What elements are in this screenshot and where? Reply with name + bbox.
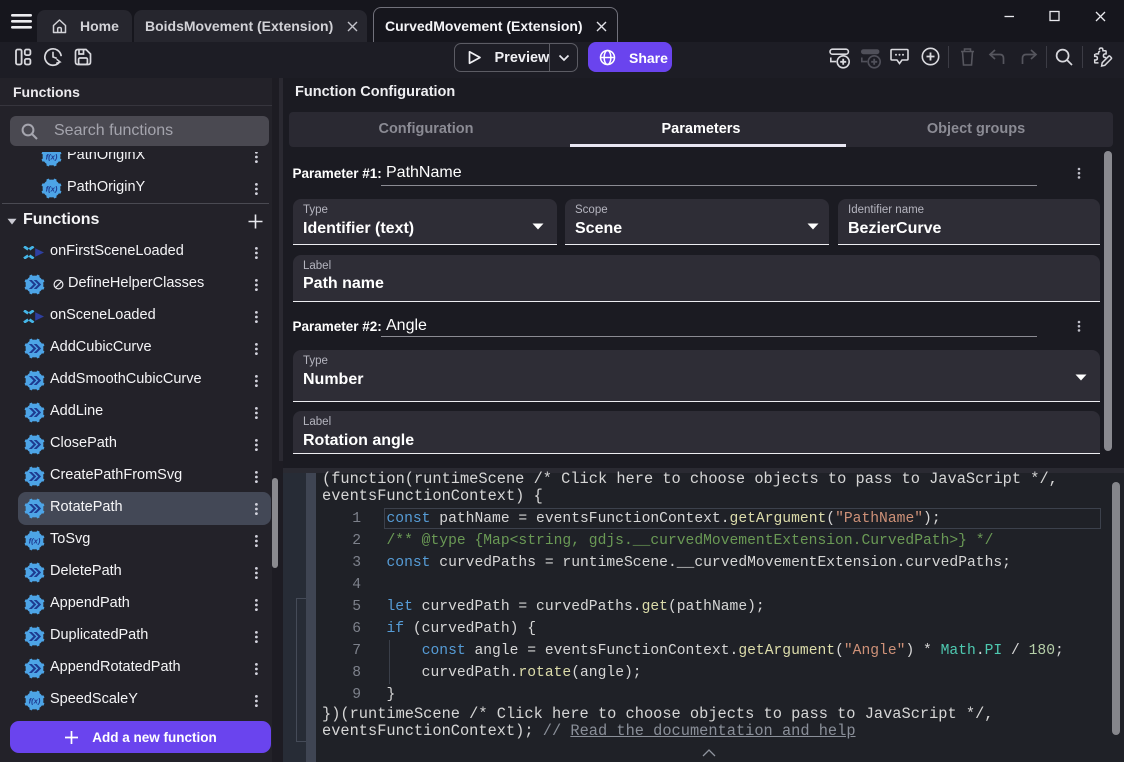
svg-text:f(x): f(x)	[46, 152, 58, 161]
svg-text:f(x): f(x)	[46, 184, 58, 193]
svg-text:f(x): f(x)	[29, 536, 41, 545]
svg-text:f(x): f(x)	[29, 696, 41, 705]
